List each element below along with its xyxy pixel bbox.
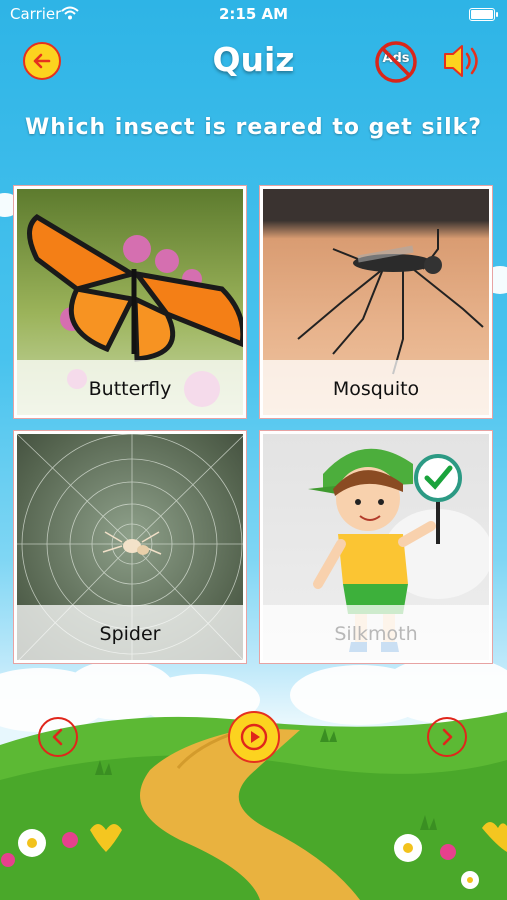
- option-card-mosquito[interactable]: Mosquito: [259, 185, 493, 419]
- next-button[interactable]: [427, 717, 467, 757]
- chevron-left-icon: [52, 728, 63, 746]
- option-label: Mosquito: [263, 360, 489, 415]
- quiz-screen: Carrier 2:15 AM Quiz Ads Which insect is: [0, 0, 507, 900]
- option-card-spider[interactable]: Spider: [13, 430, 247, 664]
- option-label: Butterfly: [17, 360, 243, 415]
- previous-button[interactable]: [38, 717, 78, 757]
- option-label: Spider: [17, 605, 243, 660]
- play-icon: [240, 723, 268, 751]
- play-audio-button[interactable]: [228, 711, 280, 763]
- option-card-butterfly[interactable]: Butterfly: [13, 185, 247, 419]
- battery-icon: [469, 8, 498, 21]
- question-text: Which insect is reared to get silk?: [24, 115, 483, 140]
- option-label: Silkmoth: [263, 605, 489, 660]
- option-card-silkmoth[interactable]: Silkmoth: [259, 430, 493, 664]
- clock: 2:15 AM: [218, 5, 289, 23]
- page-title: Quiz: [212, 40, 295, 79]
- remove-ads-button[interactable]: Ads: [374, 40, 418, 84]
- speaker-icon: [444, 45, 478, 77]
- sound-toggle-button[interactable]: [442, 41, 484, 81]
- no-ads-slash: [381, 47, 411, 77]
- chevron-right-icon: [442, 728, 453, 746]
- status-bar: Carrier 2:15 AM: [0, 0, 507, 30]
